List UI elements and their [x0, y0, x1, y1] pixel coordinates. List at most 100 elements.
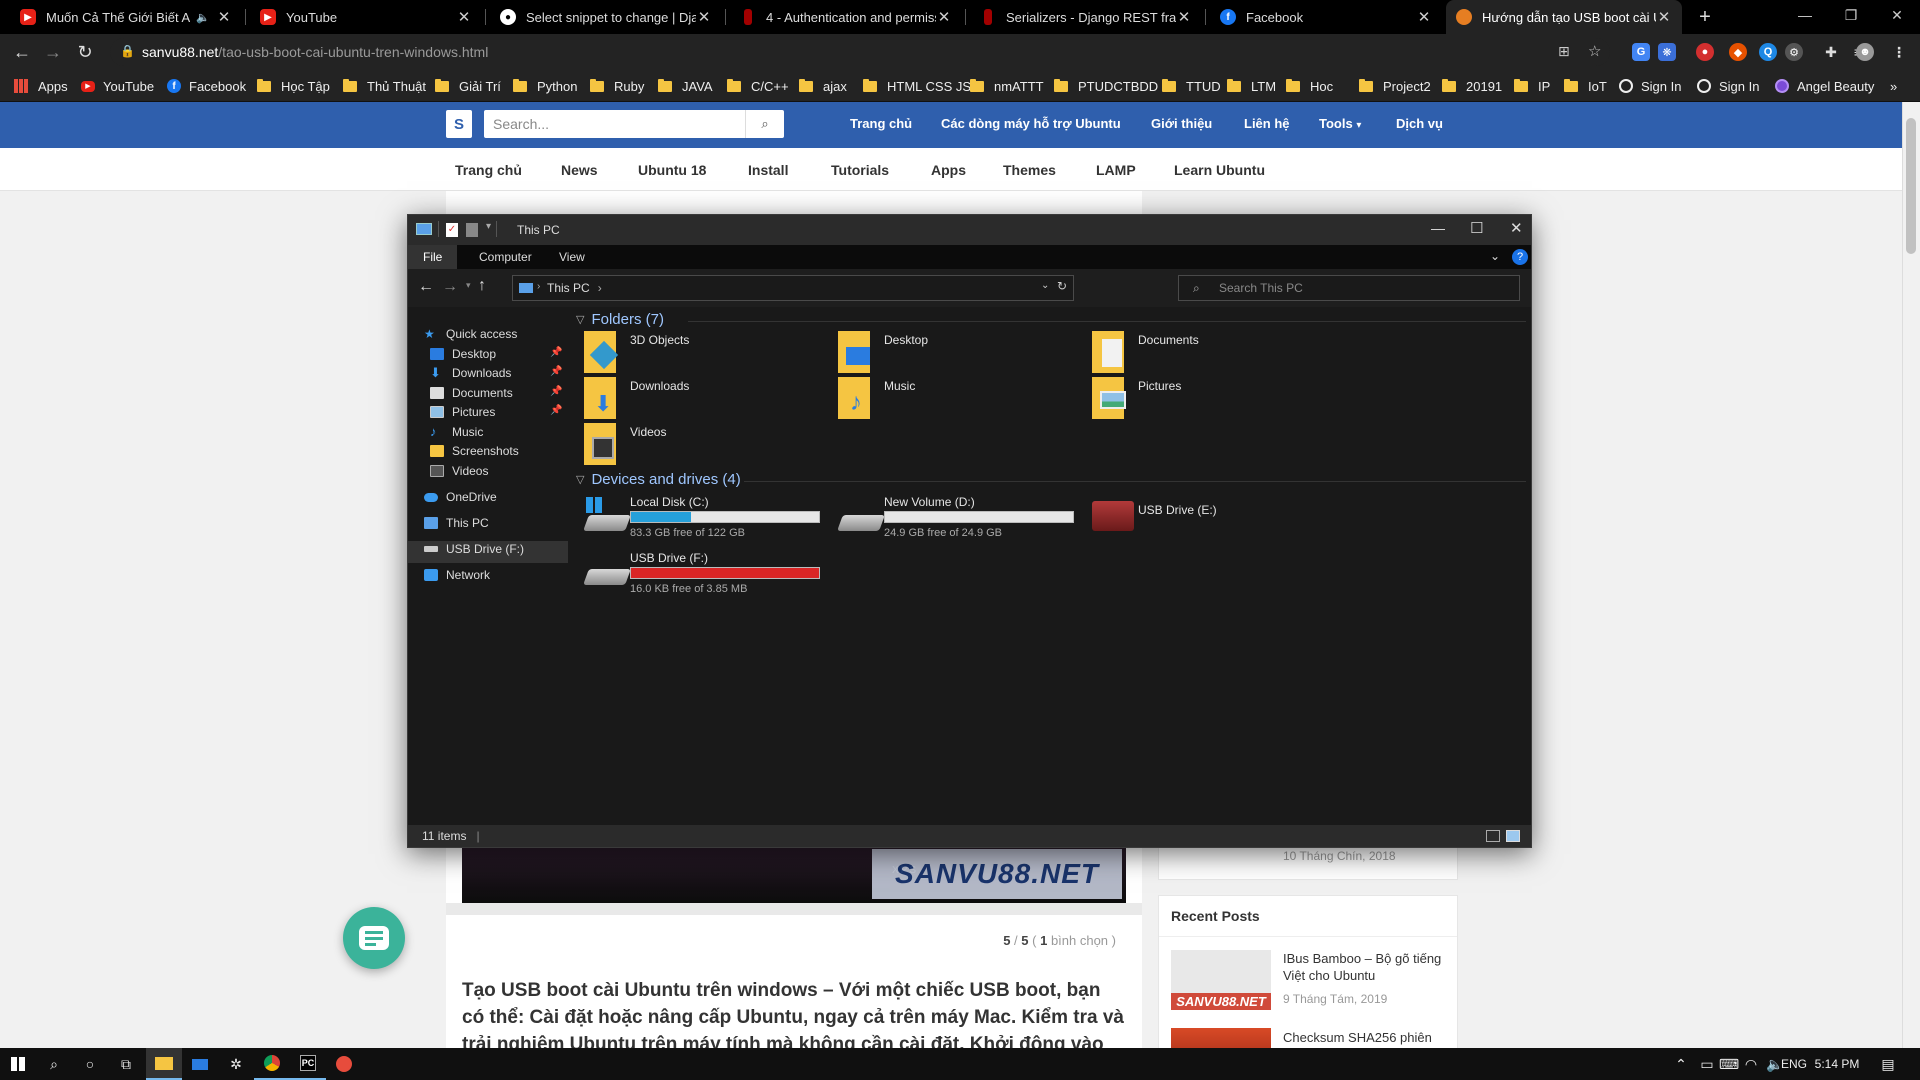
extension-icon[interactable]: ●: [1696, 43, 1714, 61]
nav-item-videos[interactable]: Videos: [430, 460, 488, 482]
nav-quick-access[interactable]: ★ Quick access: [424, 323, 517, 345]
restore-icon[interactable]: ❐: [1828, 0, 1874, 30]
close-tab-icon[interactable]: ✕: [216, 8, 232, 26]
new-tab-icon[interactable]: +: [1693, 5, 1717, 29]
folder-item[interactable]: Desktop: [822, 327, 1072, 377]
scrollbar-thumb[interactable]: [1906, 118, 1916, 254]
nav-network[interactable]: Network: [424, 564, 490, 586]
back-icon[interactable]: ←: [418, 278, 434, 296]
bookmark-folder[interactable]: Học Tập: [257, 77, 330, 95]
puzzle-icon[interactable]: ✚: [1822, 43, 1840, 61]
file-explorer-taskbar-icon[interactable]: [146, 1048, 182, 1080]
pin-icon[interactable]: 📌: [550, 386, 562, 397]
translate-ext-icon[interactable]: G: [1632, 43, 1650, 61]
topnav-services[interactable]: Dịch vụ: [1396, 116, 1443, 131]
large-icons-view-icon[interactable]: [1506, 830, 1520, 842]
nav-item-pictures[interactable]: Pictures: [430, 401, 495, 423]
close-icon[interactable]: ✕: [1874, 0, 1920, 30]
extension-icon[interactable]: ◆: [1729, 43, 1747, 61]
bookmark-folder[interactable]: Python: [513, 77, 577, 95]
bookmark-folder[interactable]: PTUDCTBDD: [1054, 77, 1158, 95]
pin-icon[interactable]: 📌: [550, 405, 562, 416]
close-tab-icon[interactable]: ✕: [1656, 8, 1672, 26]
bookmark-folder[interactable]: IP: [1514, 77, 1550, 95]
folder-item[interactable]: Videos: [568, 419, 818, 469]
extension-icon[interactable]: ❋: [1658, 43, 1676, 61]
tab-file[interactable]: File: [408, 245, 458, 269]
folder-item[interactable]: ⬇ Downloads: [568, 373, 818, 423]
recent-locations-icon[interactable]: ▾: [466, 280, 471, 291]
avatar[interactable]: ☻: [1856, 43, 1874, 61]
bookmark-folder[interactable]: TTUD: [1162, 77, 1221, 95]
search-icon[interactable]: ⌕: [36, 1048, 72, 1080]
bookmark-signin[interactable]: Sign In: [1697, 77, 1759, 95]
search-icon[interactable]: ⌕: [745, 110, 784, 138]
quick-access-toolbar-chevron[interactable]: ▾: [486, 221, 491, 232]
pycharm-icon[interactable]: PC: [290, 1048, 326, 1080]
folders-group-header[interactable]: ▽ Folders (7): [576, 311, 664, 328]
pin-icon[interactable]: 📌: [550, 347, 562, 358]
forward-icon[interactable]: →: [442, 278, 458, 296]
mainnav-item[interactable]: Trang chủ: [455, 162, 522, 178]
maximize-icon[interactable]: ☐: [1470, 219, 1483, 237]
bookmark-facebook[interactable]: f Facebook: [167, 77, 246, 95]
up-icon[interactable]: ↑: [478, 277, 486, 295]
tab-2[interactable]: ▶ YouTube ✕: [250, 0, 482, 34]
drive-item-e[interactable]: USB Drive (E:): [1076, 495, 1326, 549]
close-tab-icon[interactable]: ✕: [936, 8, 952, 26]
pin-icon[interactable]: 📌: [550, 366, 562, 377]
star-icon[interactable]: ☆: [1588, 42, 1601, 60]
tab-view[interactable]: View: [544, 245, 600, 269]
tab-1[interactable]: ▶ Muốn Cả Thế Giới Biết Anh Yêu 🔈 ✕: [10, 0, 242, 34]
topnav-contact[interactable]: Liên hệ: [1244, 116, 1290, 131]
tab-6[interactable]: f Facebook ✕: [1210, 0, 1442, 34]
extension-icon[interactable]: Q: [1759, 43, 1777, 61]
bookmark-folder[interactable]: Hoc: [1286, 77, 1333, 95]
close-tab-icon[interactable]: ✕: [456, 8, 472, 26]
minimize-icon[interactable]: —: [1782, 0, 1828, 30]
bookmark-folder[interactable]: IoT: [1564, 77, 1607, 95]
folder-item[interactable]: ♪ Music: [822, 373, 1072, 423]
address-bar[interactable]: 🔒 sanvu88.net/tao-usb-boot-cai-ubuntu-tr…: [110, 38, 1610, 66]
mainnav-item[interactable]: LAMP: [1096, 162, 1136, 178]
nav-item-downloads[interactable]: ⬇ Downloads: [430, 362, 511, 384]
battery-icon[interactable]: ▭: [1696, 1048, 1718, 1080]
mail-icon[interactable]: [182, 1048, 218, 1080]
site-search-input[interactable]: Search...: [484, 110, 784, 138]
mainnav-item[interactable]: Apps: [931, 162, 966, 178]
chevron-up-icon[interactable]: ⌃: [1670, 1048, 1692, 1080]
explorer-address-bar[interactable]: › This PC › ⌄ ↻: [512, 275, 1074, 301]
forward-icon[interactable]: →: [41, 41, 65, 63]
details-view-icon[interactable]: [1486, 830, 1500, 842]
folder-item[interactable]: Documents: [1076, 327, 1326, 377]
cortana-icon[interactable]: ○: [72, 1048, 108, 1080]
app-icon[interactable]: ✲: [218, 1048, 254, 1080]
mainnav-item[interactable]: Themes: [1003, 162, 1056, 178]
bookmark-folder[interactable]: Project2: [1359, 77, 1431, 95]
site-logo[interactable]: S: [446, 110, 472, 138]
start-icon[interactable]: [0, 1048, 36, 1080]
new-folder-icon[interactable]: [466, 223, 478, 237]
drive-item-c[interactable]: Local Disk (C:) 83.3 GB free of 122 GB: [568, 495, 820, 549]
keyboard-icon[interactable]: ⌨: [1718, 1048, 1740, 1080]
chrome-icon[interactable]: [254, 1048, 290, 1080]
mainnav-item[interactable]: Learn Ubuntu: [1174, 162, 1265, 178]
close-tab-icon[interactable]: ✕: [1416, 8, 1432, 26]
recent-post-link[interactable]: Checksum SHA256 phiên: [1283, 1030, 1449, 1045]
translate-icon[interactable]: ⊞: [1558, 43, 1570, 60]
address-dropdown-icon[interactable]: ⌄: [1041, 280, 1049, 291]
bookmark-signin[interactable]: Sign In: [1619, 77, 1681, 95]
recent-post-link[interactable]: IBus Bamboo – Bộ gõ tiếng Việt cho Ubunt…: [1283, 950, 1449, 984]
task-view-icon[interactable]: ⧉: [108, 1048, 144, 1080]
bookmark-folder[interactable]: Thủ Thuật: [343, 77, 426, 95]
properties-icon[interactable]: ✓: [446, 223, 458, 237]
drives-group-header[interactable]: ▽ Devices and drives (4): [576, 471, 741, 488]
refresh-icon[interactable]: ↻: [1057, 279, 1067, 293]
folder-item[interactable]: 3D Objects: [568, 327, 818, 377]
topnav-devices[interactable]: Các dòng máy hỗ trợ Ubuntu: [941, 116, 1121, 131]
expand-ribbon-icon[interactable]: ⌄: [1490, 249, 1500, 263]
app-icon[interactable]: [326, 1048, 362, 1080]
bookmark-apps[interactable]: Apps: [14, 77, 68, 95]
tab-4[interactable]: 4 - Authentication and permissions ✕: [730, 0, 962, 34]
folder-item[interactable]: Pictures: [1076, 373, 1326, 423]
